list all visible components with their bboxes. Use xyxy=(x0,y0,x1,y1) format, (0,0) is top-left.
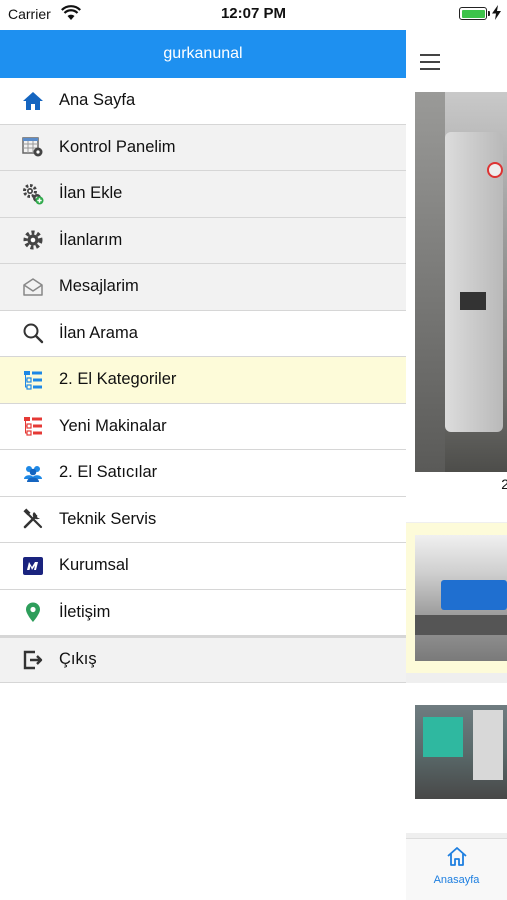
menu-item-iletisim[interactable]: İletişim xyxy=(0,589,406,636)
side-drawer: gurkanunal Ana Sayfa Kontrol Panelim İla… xyxy=(0,30,406,900)
menu-item-ilan-ekle[interactable]: İlan Ekle xyxy=(0,171,406,218)
menu-item-ana-sayfa[interactable]: Ana Sayfa xyxy=(0,78,406,125)
listing-photo[interactable] xyxy=(415,92,507,472)
location-pin-icon xyxy=(22,601,44,623)
menu-item-2el-kategoriler[interactable]: 2. El Kategoriler xyxy=(0,357,406,404)
logout-icon xyxy=(22,649,44,671)
hamburger-menu-icon[interactable] xyxy=(420,54,440,70)
main-content: 2 Anasayfa xyxy=(406,30,507,900)
username-label: gurkanunal xyxy=(163,45,243,62)
drawer-header: gurkanunal xyxy=(0,30,406,78)
gear-icon xyxy=(22,229,44,251)
menu-item-label: İlan Ekle xyxy=(59,184,123,203)
home-outline-icon xyxy=(446,847,467,866)
listing-card[interactable]: 2 xyxy=(406,92,507,522)
listing-photo[interactable] xyxy=(415,535,507,661)
battery-icon xyxy=(459,7,487,20)
tab-home-label: Anasayfa xyxy=(433,874,480,886)
listing-card[interactable] xyxy=(406,523,507,673)
menu-item-label: Ana Sayfa xyxy=(59,91,136,110)
menu-item-teknik-servis[interactable]: Teknik Servis xyxy=(0,496,406,543)
listing-photo[interactable] xyxy=(415,705,507,799)
company-logo-icon xyxy=(22,555,44,577)
menu-item-label: İlanlarım xyxy=(59,230,123,249)
menu-item-ilan-arama[interactable]: İlan Arama xyxy=(0,310,406,357)
content-topbar xyxy=(406,30,507,92)
users-icon xyxy=(22,462,44,484)
menu-item-label: İlan Arama xyxy=(59,323,138,342)
home-icon xyxy=(22,90,44,112)
gear-add-icon xyxy=(22,183,44,205)
listing-card[interactable] xyxy=(406,683,507,833)
menu-item-label: 2. El Kategoriler xyxy=(59,370,177,389)
category-tree-red-icon xyxy=(22,415,44,437)
control-panel-icon xyxy=(22,136,44,158)
menu-item-label: Kurumsal xyxy=(59,556,129,575)
menu-item-ilanlarim[interactable]: İlanlarım xyxy=(0,217,406,264)
menu-item-label: Yeni Makinalar xyxy=(59,416,167,435)
menu-item-label: Mesajlarim xyxy=(59,277,139,296)
menu-item-label: Teknik Servis xyxy=(59,509,157,528)
category-tree-icon xyxy=(22,369,44,391)
status-bar: Carrier 12:07 PM xyxy=(0,0,507,30)
menu-item-cikis[interactable]: Çıkış xyxy=(0,636,406,683)
charging-bolt-icon xyxy=(492,5,501,20)
menu-item-label: 2. El Satıcılar xyxy=(59,463,158,482)
menu-item-yeni-makinalar[interactable]: Yeni Makinalar xyxy=(0,403,406,450)
status-time: 12:07 PM xyxy=(220,5,287,22)
envelope-icon xyxy=(22,276,44,298)
tab-bar: Anasayfa xyxy=(406,838,507,900)
menu-item-label: Çıkış xyxy=(59,650,97,669)
menu-item-mesajlarim[interactable]: Mesajlarim xyxy=(0,264,406,311)
menu-item-label: İletişim xyxy=(59,602,111,621)
battery-nub xyxy=(488,11,490,16)
listing-caption: 2 xyxy=(501,476,507,492)
search-icon xyxy=(22,322,44,344)
menu-item-kurumsal[interactable]: Kurumsal xyxy=(0,543,406,590)
tools-icon xyxy=(22,508,44,530)
menu-item-label: Kontrol Panelim xyxy=(59,137,176,156)
menu-item-kontrol-panelim[interactable]: Kontrol Panelim xyxy=(0,124,406,171)
tab-home[interactable]: Anasayfa xyxy=(406,845,507,886)
menu-item-2el-saticilar[interactable]: 2. El Satıcılar xyxy=(0,450,406,497)
